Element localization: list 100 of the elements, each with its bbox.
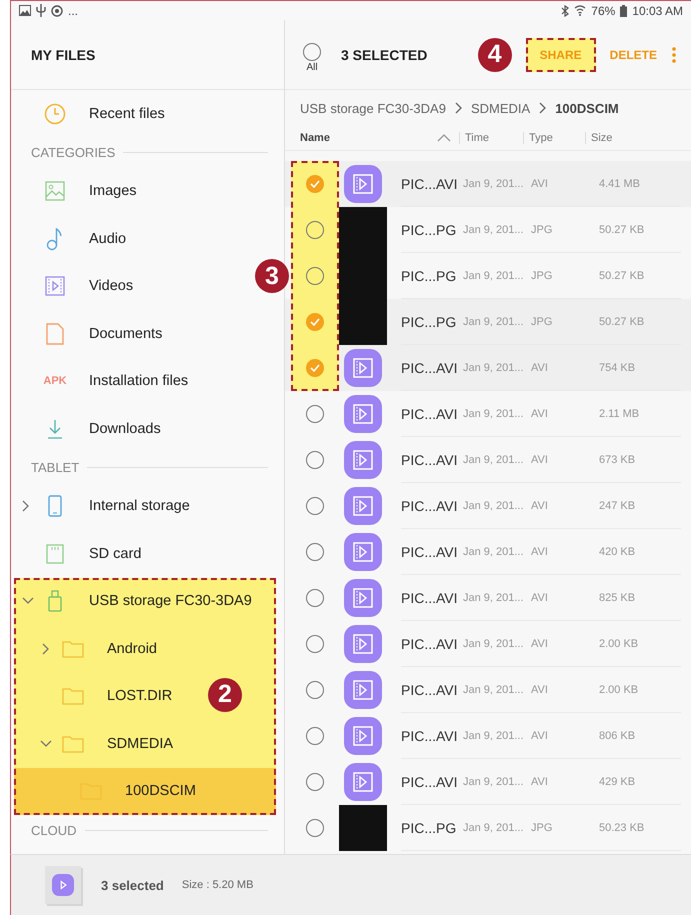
- file-row[interactable]: PIC...AVI Jan 9, 201... AVI 420 KB: [285, 529, 691, 575]
- file-time: Jan 9, 201...: [463, 178, 525, 190]
- row-checkbox[interactable]: [306, 313, 324, 331]
- file-size: 50.27 KB: [599, 224, 644, 236]
- file-row[interactable]: PIC...PG Jan 9, 201... JPG 50.27 KB: [285, 207, 691, 253]
- file-type: JPG: [531, 224, 554, 236]
- file-row[interactable]: PIC...PG Jan 9, 201... JPG 50.27 KB: [285, 299, 691, 345]
- sidebar-item[interactable]: 100DSCIM: [14, 768, 276, 815]
- video-file-icon: [344, 579, 382, 617]
- select-all-label: All: [306, 62, 318, 72]
- selected-count: 3 selected: [101, 878, 164, 892]
- file-row[interactable]: PIC...AVI Jan 9, 201... AVI 754 KB: [285, 345, 691, 391]
- file-name: PIC...AVI: [401, 452, 459, 468]
- chevron-down-icon[interactable]: [22, 597, 34, 606]
- row-checkbox[interactable]: [306, 175, 324, 193]
- section-heading: CLOUD: [31, 822, 77, 838]
- file-type: AVI: [531, 638, 549, 650]
- row-checkbox[interactable]: [306, 359, 324, 377]
- chevron-right-icon[interactable]: [42, 642, 50, 655]
- sidebar-item[interactable]: Audio: [11, 215, 138, 262]
- chevron-right-icon[interactable]: [22, 500, 30, 512]
- sidebar-item[interactable]: SDMEDIA: [14, 720, 186, 768]
- breadcrumb-item[interactable]: 100DSCIM: [555, 100, 619, 116]
- sidebar-item[interactable]: Images: [11, 168, 149, 215]
- more-options-icon[interactable]: [671, 46, 677, 64]
- row-checkbox[interactable]: [306, 497, 324, 515]
- battery-icon: [620, 4, 628, 16]
- sidebar-item[interactable]: SD card: [11, 530, 154, 578]
- row-checkbox[interactable]: [306, 635, 324, 653]
- file-name: PIC...AVI: [401, 590, 459, 606]
- row-checkbox[interactable]: [306, 589, 324, 607]
- file-size: 420 KB: [599, 546, 636, 558]
- file-time: Jan 9, 201...: [463, 776, 525, 788]
- column-header[interactable]: Name: [285, 132, 437, 144]
- sort-ascending-icon[interactable]: [437, 134, 451, 142]
- file-size: 429 KB: [599, 776, 636, 788]
- usb-icon: [36, 4, 46, 17]
- row-checkbox[interactable]: [306, 727, 324, 745]
- file-time: Jan 9, 201...: [463, 362, 525, 374]
- sidebar-item[interactable]: Internal storage: [11, 482, 202, 530]
- row-checkbox[interactable]: [306, 221, 324, 239]
- sidebar-item[interactable]: USB storage FC30-3DA9: [14, 578, 264, 625]
- row-checkbox[interactable]: [306, 819, 324, 837]
- column-header[interactable]: Time: [459, 132, 523, 144]
- checkmark-icon: [309, 317, 321, 327]
- file-size: 50.27 KB: [599, 270, 644, 282]
- row-checkbox[interactable]: [306, 681, 324, 699]
- file-name: PIC...AVI: [401, 406, 459, 422]
- video-file-icon: [344, 165, 382, 203]
- file-type: JPG: [531, 316, 554, 328]
- file-name: PIC...AVI: [401, 636, 459, 652]
- file-row[interactable]: PIC...AVI Jan 9, 201... AVI 2.00 KB: [285, 667, 691, 713]
- file-time: Jan 9, 201...: [463, 822, 525, 834]
- sidebar-item[interactable]: Recent files: [11, 90, 177, 138]
- clock-time: 10:03 AM: [632, 4, 683, 18]
- file-size: 4.41 MB: [599, 178, 640, 190]
- file-row[interactable]: PIC...AVI Jan 9, 201... AVI 4.41 MB: [285, 161, 691, 207]
- sidebar-item[interactable]: APK Installation files: [11, 358, 200, 405]
- photo-placeholder: [339, 299, 387, 345]
- file-row[interactable]: PIC...AVI Jan 9, 201... AVI 2.11 MB: [285, 391, 691, 437]
- row-checkbox[interactable]: [306, 773, 324, 791]
- chevron-right-icon: [454, 102, 462, 114]
- file-row[interactable]: PIC...AVI Jan 9, 201... AVI 247 KB: [285, 483, 691, 529]
- sidebar-item[interactable]: Downloads: [11, 405, 173, 452]
- file-size: 50.23 KB: [599, 822, 644, 834]
- row-checkbox[interactable]: [306, 267, 324, 285]
- file-time: Jan 9, 201...: [463, 592, 525, 604]
- file-type: AVI: [531, 362, 549, 374]
- file-size: 50.27 KB: [599, 316, 644, 328]
- row-checkbox[interactable]: [306, 405, 324, 423]
- sidebar-item[interactable]: LOST.DIR: [14, 672, 184, 720]
- file-row[interactable]: PIC...AVI Jan 9, 201... AVI 429 KB: [285, 759, 691, 805]
- file-name: PIC...AVI: [401, 774, 459, 790]
- column-header[interactable]: Size: [585, 132, 691, 144]
- photo-placeholder: [339, 207, 387, 253]
- file-type: AVI: [531, 592, 549, 604]
- clock-icon: [44, 102, 66, 125]
- select-all-checkbox[interactable]: [303, 42, 321, 60]
- sidebar-item[interactable]: Documents: [11, 310, 174, 358]
- column-header[interactable]: Type: [523, 132, 585, 144]
- breadcrumb-item[interactable]: USB storage FC30-3DA9: [300, 100, 446, 116]
- sidebar-item[interactable]: Videos: [11, 262, 146, 310]
- file-row[interactable]: PIC...AVI Jan 9, 201... AVI 2.00 KB: [285, 621, 691, 667]
- breadcrumb-item[interactable]: SDMEDIA: [470, 100, 530, 116]
- apk-icon: APK: [43, 375, 67, 388]
- file-row[interactable]: PIC...AVI Jan 9, 201... AVI 825 KB: [285, 575, 691, 621]
- file-type: AVI: [531, 454, 549, 466]
- row-checkbox[interactable]: [306, 543, 324, 561]
- file-row[interactable]: PIC...PG Jan 9, 201... JPG 50.23 KB: [285, 805, 691, 851]
- row-checkbox[interactable]: [306, 451, 324, 469]
- chevron-down-icon[interactable]: [40, 740, 52, 748]
- video-file-icon: [344, 763, 382, 801]
- file-time: Jan 9, 201...: [463, 408, 525, 420]
- file-row[interactable]: PIC...AVI Jan 9, 201... AVI 806 KB: [285, 713, 691, 759]
- file-time: Jan 9, 201...: [463, 684, 525, 696]
- video-file-icon: [344, 487, 382, 525]
- sd-card-icon: [46, 544, 64, 564]
- file-row[interactable]: PIC...AVI Jan 9, 201... AVI 673 KB: [285, 437, 691, 483]
- download-icon: [47, 418, 63, 439]
- sidebar-item[interactable]: Android: [14, 625, 169, 672]
